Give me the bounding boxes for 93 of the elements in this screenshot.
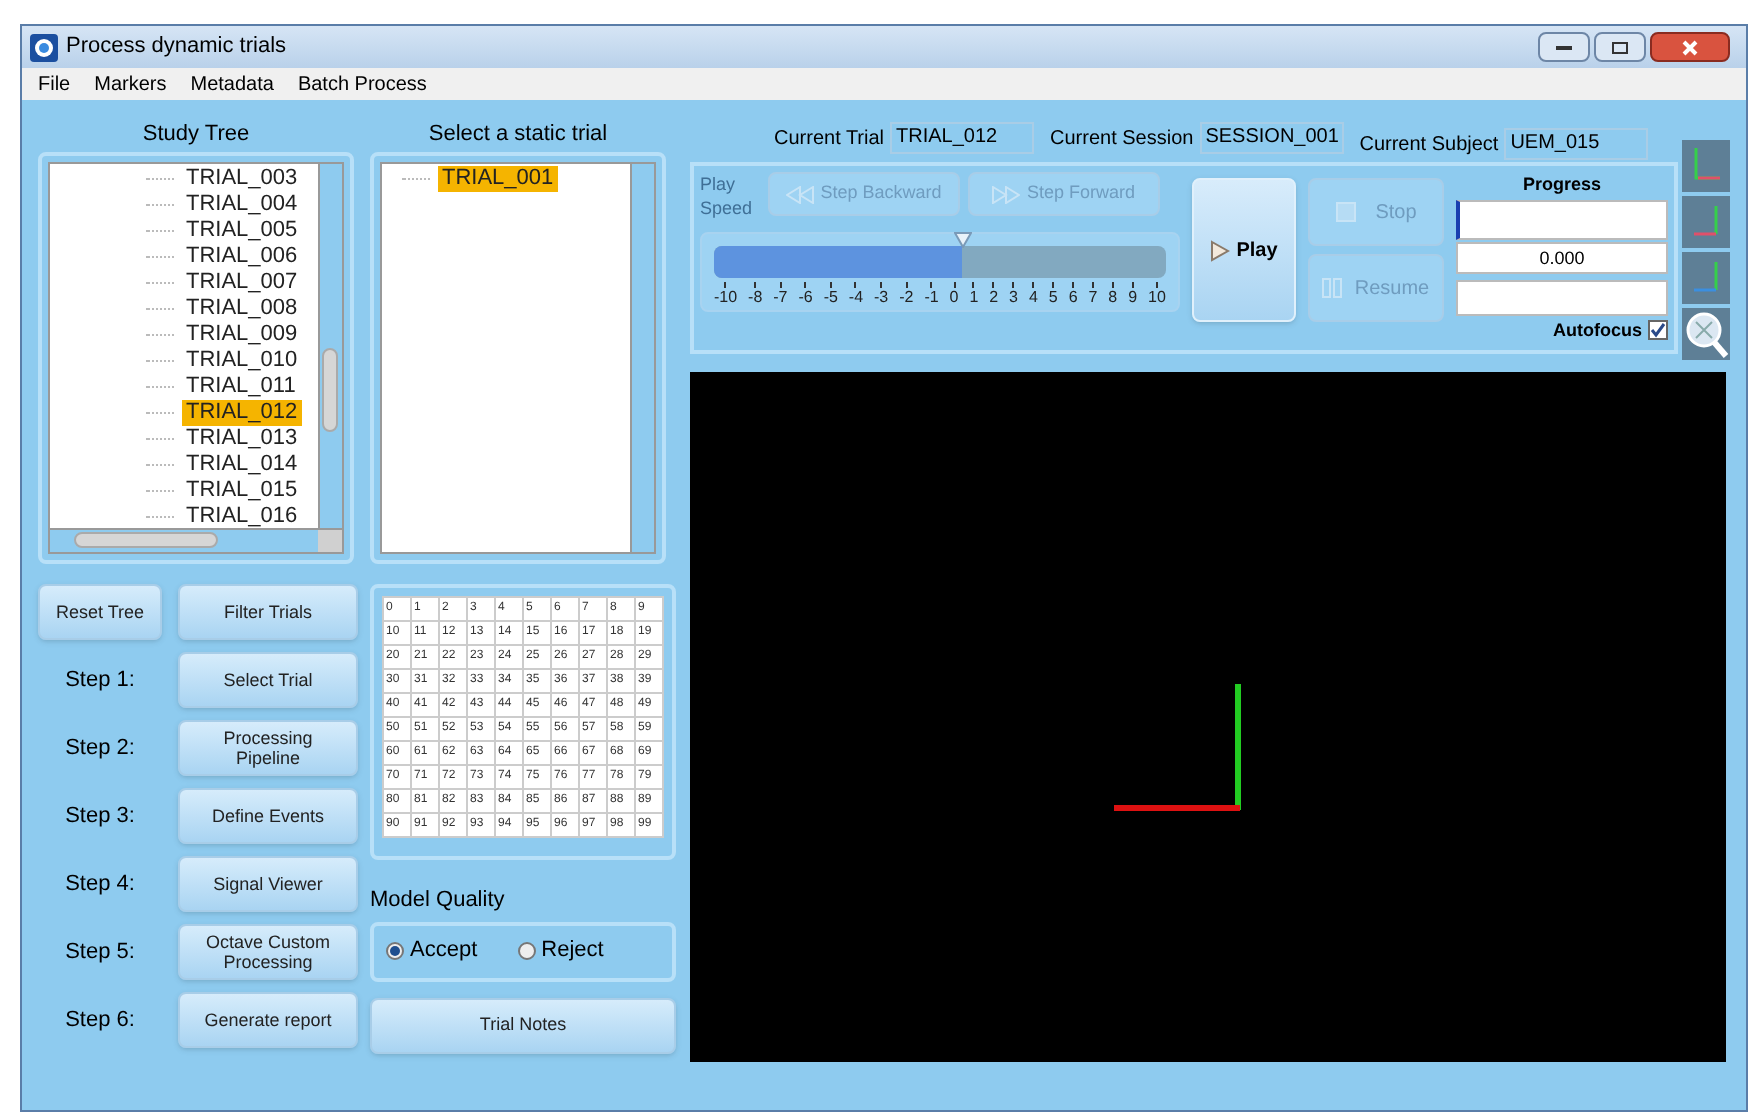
tree-item[interactable]: TRIAL_014 xyxy=(182,452,302,478)
axis-view-icon[interactable] xyxy=(1682,196,1730,248)
tick-label: 1 xyxy=(969,288,979,306)
maximize-button[interactable] xyxy=(1594,32,1646,62)
value-field: UEM_015 xyxy=(1504,128,1649,160)
menu-item[interactable]: Batch Process xyxy=(297,69,427,99)
step-label: Step 5: xyxy=(63,937,137,968)
scrollbar[interactable] xyxy=(318,164,342,528)
field-label: Current Session xyxy=(1050,125,1194,153)
fast-forward-icon xyxy=(992,185,1021,203)
tree-item[interactable]: TRIAL_009 xyxy=(182,322,302,348)
tree-item[interactable]: TRIAL_015 xyxy=(182,478,302,504)
tick-label: -5 xyxy=(823,288,838,306)
value-field: TRIAL_012 xyxy=(890,122,1035,154)
axis-view-icon[interactable] xyxy=(1682,252,1730,304)
step-button[interactable]: Select Trial xyxy=(178,652,358,708)
tick-label: 3 xyxy=(1009,288,1018,306)
trial-notes-button[interactable]: Trial Notes xyxy=(370,997,676,1053)
tick-label: -7 xyxy=(773,288,788,306)
radio-label: Reject xyxy=(541,936,604,967)
tree-item[interactable]: TRIAL_011 xyxy=(182,374,300,400)
tick-label: 6 xyxy=(1068,288,1078,306)
menu-item[interactable]: Metadata xyxy=(190,69,274,99)
tree-item[interactable]: TRIAL_006 xyxy=(182,244,302,270)
tree-item[interactable]: TRIAL_013 xyxy=(182,426,302,452)
play-speed-label: Play Speed xyxy=(700,172,755,220)
play-button[interactable]: Play xyxy=(1192,178,1296,322)
tick-label: -2 xyxy=(899,288,914,306)
tick-label: 7 xyxy=(1088,288,1098,306)
step-button[interactable]: Generate report xyxy=(178,992,358,1048)
tree-item[interactable]: TRIAL_016 xyxy=(182,504,302,528)
step-label: Step 6: xyxy=(63,1005,137,1036)
tick-label: -1 xyxy=(924,288,939,306)
menu-item[interactable]: File xyxy=(38,69,71,99)
progress-title: Progress xyxy=(1522,172,1602,198)
filter-trials-button[interactable]: Filter Trials xyxy=(178,584,358,640)
step-label: Step 1: xyxy=(63,665,137,696)
tick-label: 4 xyxy=(1028,288,1038,306)
speed-slider[interactable]: -10 -8 -7 -6 -5 -4 -3 -2 -1 0 1 2 3 4 5 6 7 8 9 10 xyxy=(700,232,1180,312)
tick-label: 0 xyxy=(949,288,959,306)
app-logo-icon xyxy=(30,33,58,61)
step-button[interactable]: Processing Pipeline xyxy=(178,720,358,776)
tree-item[interactable]: TRIAL_007 xyxy=(182,270,302,296)
zoom-icon[interactable] xyxy=(1682,308,1730,360)
axis-view-icon[interactable] xyxy=(1682,140,1730,192)
field-label: Current Trial xyxy=(774,125,885,153)
scrollbar-corner xyxy=(318,530,342,552)
tick-label: -8 xyxy=(748,288,763,306)
value-field: SESSION_001 xyxy=(1199,122,1344,154)
step-button[interactable]: Octave Custom Processing xyxy=(178,924,358,980)
progress-value: 0.000 xyxy=(1456,241,1668,273)
menu-item[interactable]: Markers xyxy=(94,69,167,99)
window-title: Process dynamic trials xyxy=(66,32,287,63)
group-title: Model Quality xyxy=(370,886,507,916)
tree-item[interactable]: TRIAL_001 xyxy=(438,166,558,192)
tick-label: 2 xyxy=(989,288,999,306)
tick-label: 10 xyxy=(1148,288,1166,306)
radio-label: Accept xyxy=(410,936,478,967)
step-button[interactable]: Signal Viewer xyxy=(178,856,358,912)
stop-icon xyxy=(1335,202,1356,222)
radio-button[interactable] xyxy=(517,942,536,960)
tick-label: -3 xyxy=(874,288,889,306)
pause-icon xyxy=(1322,278,1343,298)
tick-label: -6 xyxy=(798,288,813,306)
scrollbar[interactable] xyxy=(632,162,656,554)
step-label: Step 2: xyxy=(63,733,137,764)
reset-tree-button[interactable]: Reset Tree xyxy=(38,584,162,640)
coordinate-axes-drawing xyxy=(1114,683,1242,811)
tick-label: -10 xyxy=(714,288,738,306)
tree-item[interactable]: TRIAL_005 xyxy=(182,218,302,244)
rewind-icon xyxy=(786,185,815,203)
tree-item[interactable]: TRIAL_008 xyxy=(182,296,302,322)
autofocus-label: Autofocus xyxy=(1553,317,1642,343)
tree-item[interactable]: TRIAL_004 xyxy=(182,192,302,218)
close-button[interactable] xyxy=(1650,32,1730,62)
tree-item[interactable]: TRIAL_012 xyxy=(182,400,302,426)
radio-button[interactable] xyxy=(386,942,404,960)
tick-label: 5 xyxy=(1048,288,1058,306)
panel-title: Study Tree xyxy=(142,120,250,150)
autofocus-checkbox[interactable] xyxy=(1648,320,1668,341)
panel-title: Select a static trial xyxy=(428,120,608,150)
minimize-button[interactable] xyxy=(1538,32,1590,62)
close-icon xyxy=(1682,39,1698,55)
tick-label: -4 xyxy=(848,288,864,306)
step-label: Step 4: xyxy=(63,869,137,900)
field-label: Current Subject xyxy=(1359,131,1499,159)
tree-item[interactable]: TRIAL_010 xyxy=(182,348,302,374)
step-label: Step 3: xyxy=(63,801,137,832)
tick-label: 9 xyxy=(1128,288,1138,306)
tree-item[interactable]: TRIAL_003 xyxy=(182,166,302,192)
step-button[interactable]: Define Events xyxy=(178,788,358,844)
tick-label: 8 xyxy=(1108,288,1118,306)
play-icon xyxy=(1210,239,1231,261)
